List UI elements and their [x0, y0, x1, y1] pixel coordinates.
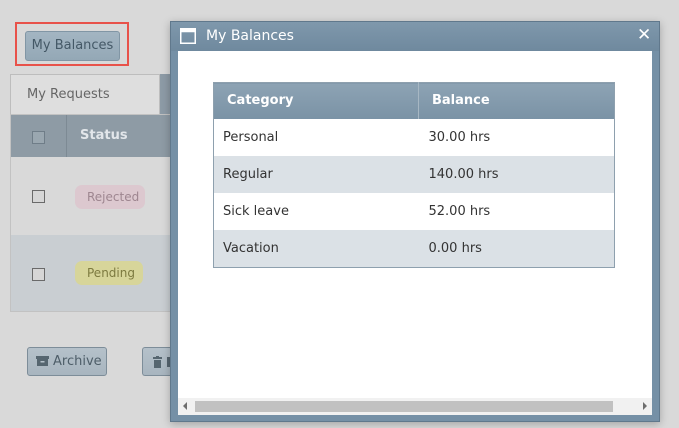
table-row[interactable]: Regular 140.00 hrs	[213, 155, 615, 193]
select-all-checkbox[interactable]	[32, 131, 45, 144]
status-badge: Pending	[75, 261, 143, 285]
requests-grid: Status Rejected Pending	[10, 114, 175, 312]
grid-header: Status	[11, 115, 174, 157]
table-row[interactable]: Pending	[11, 235, 174, 311]
column-divider	[66, 115, 67, 157]
scroll-left-arrow-icon[interactable]	[183, 402, 187, 410]
table-row[interactable]: Vacation 0.00 hrs	[213, 229, 615, 267]
scroll-right-arrow-icon[interactable]	[643, 402, 647, 410]
tab-my-requests[interactable]: My Requests	[10, 74, 160, 114]
table-row[interactable]: Sick leave 52.00 hrs	[214, 193, 615, 230]
scrollbar-thumb[interactable]	[195, 401, 613, 412]
tab-label: My Requests	[27, 87, 110, 102]
table-row[interactable]: Personal 30.00 hrs	[214, 119, 615, 156]
status-column-header[interactable]: Status	[80, 128, 128, 143]
dialog-title: My Balances	[206, 28, 294, 44]
close-icon[interactable]: ✕	[637, 27, 651, 44]
status-badge: Rejected	[75, 185, 145, 209]
dialog-content: Category Balance Personal 30.00 hrs Regu…	[178, 51, 652, 415]
delete-button[interactable]	[142, 347, 172, 376]
archive-button[interactable]: Archive	[27, 347, 107, 376]
balance-column-header[interactable]: Balance	[418, 82, 615, 119]
category-column-header[interactable]: Category	[213, 82, 419, 119]
balance-cell: 52.00 hrs	[428, 203, 491, 219]
category-cell: Vacation	[213, 229, 419, 267]
category-cell: Regular	[213, 155, 419, 193]
dialog-titlebar[interactable]: My Balances ✕	[171, 22, 659, 51]
horizontal-scrollbar[interactable]	[178, 398, 652, 415]
category-cell: Sick leave	[223, 203, 289, 219]
row-checkbox[interactable]	[32, 268, 45, 281]
archive-label: Archive	[53, 354, 102, 369]
tab-bar: My Requests	[10, 74, 175, 114]
table-row[interactable]: Rejected	[11, 157, 174, 235]
balances-dialog: My Balances ✕ Category Balance Personal …	[170, 21, 660, 422]
balances-header-row: Category Balance	[213, 82, 615, 119]
balance-cell: 140.00 hrs	[418, 155, 615, 193]
balance-cell: 30.00 hrs	[428, 129, 491, 145]
row-checkbox[interactable]	[32, 190, 45, 203]
my-balances-button[interactable]: My Balances	[25, 31, 120, 61]
archive-icon	[36, 356, 49, 366]
balance-cell: 0.00 hrs	[418, 229, 615, 267]
category-cell: Personal	[223, 129, 279, 145]
balances-table: Category Balance Personal 30.00 hrs Regu…	[213, 82, 615, 268]
trash-icon	[153, 356, 162, 368]
window-icon	[180, 28, 196, 44]
